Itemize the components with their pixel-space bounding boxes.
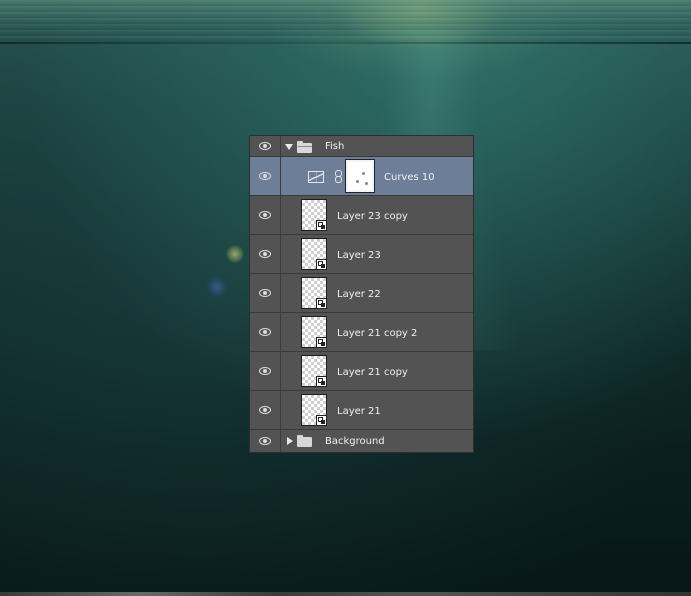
link-icon[interactable] bbox=[335, 170, 342, 183]
layer-thumbnail bbox=[301, 277, 327, 309]
folder-icon bbox=[297, 435, 312, 447]
visibility-toggle[interactable] bbox=[250, 391, 281, 429]
smart-object-icon bbox=[316, 220, 327, 231]
layer-row[interactable]: Layer 22 bbox=[250, 274, 473, 313]
visibility-toggle[interactable] bbox=[250, 430, 281, 452]
layer-name: Layer 21 copy 2 bbox=[337, 328, 418, 339]
mask-spot bbox=[362, 172, 365, 175]
mask-spot bbox=[365, 182, 368, 185]
layer-thumbnail bbox=[301, 238, 327, 270]
layer-name: Layer 22 bbox=[337, 289, 381, 300]
collapse-triangle-icon[interactable] bbox=[287, 437, 293, 445]
layer-thumbnail bbox=[301, 316, 327, 348]
curves-icon bbox=[308, 171, 324, 183]
layer-thumbnail bbox=[301, 199, 327, 231]
bottom-edge-strip bbox=[0, 592, 691, 596]
visibility-toggle[interactable] bbox=[250, 274, 281, 312]
layer-row[interactable]: Layer 23 bbox=[250, 235, 473, 274]
smart-object-icon bbox=[316, 298, 327, 309]
layer-thumbnail bbox=[301, 394, 327, 426]
smart-object-icon bbox=[316, 337, 327, 348]
layer-name: Layer 21 copy bbox=[337, 367, 408, 378]
layer-row[interactable]: Layer 21 copy bbox=[250, 352, 473, 391]
eye-icon bbox=[259, 437, 271, 445]
layer-name: Layer 23 bbox=[337, 250, 381, 261]
mask-spot bbox=[356, 180, 359, 183]
eye-icon bbox=[259, 289, 271, 297]
eye-icon bbox=[259, 142, 271, 150]
smart-object-icon bbox=[316, 415, 327, 426]
expand-triangle-icon[interactable] bbox=[285, 144, 293, 150]
eye-icon bbox=[259, 406, 271, 414]
layer-thumbnail bbox=[301, 355, 327, 387]
layer-name: Layer 23 copy bbox=[337, 211, 408, 222]
layer-name: Fish bbox=[325, 141, 345, 152]
layer-curves-10[interactable]: Curves 10 bbox=[250, 157, 473, 196]
layer-mask-thumbnail[interactable] bbox=[345, 159, 375, 193]
visibility-toggle[interactable] bbox=[250, 136, 281, 156]
green-lens-flare bbox=[226, 245, 244, 263]
layer-row[interactable]: Layer 21 bbox=[250, 391, 473, 430]
folder-open-icon bbox=[297, 141, 312, 153]
layers-panel: Fish Curves 10 Layer 23 copy Layer 23 La… bbox=[249, 135, 474, 453]
layer-name: Layer 21 bbox=[337, 406, 381, 417]
layer-name: Background bbox=[325, 436, 385, 447]
layer-group-background[interactable]: Background bbox=[250, 430, 473, 452]
blue-lens-flare bbox=[206, 276, 228, 298]
layer-group-fish[interactable]: Fish bbox=[250, 136, 473, 157]
visibility-toggle[interactable] bbox=[250, 352, 281, 390]
visibility-toggle[interactable] bbox=[250, 235, 281, 273]
visibility-toggle[interactable] bbox=[250, 196, 281, 234]
layer-row[interactable]: Layer 23 copy bbox=[250, 196, 473, 235]
layer-row[interactable]: Layer 21 copy 2 bbox=[250, 313, 473, 352]
layer-name: Curves 10 bbox=[384, 172, 435, 183]
smart-object-icon bbox=[316, 259, 327, 270]
smart-object-icon bbox=[316, 376, 327, 387]
eye-icon bbox=[259, 367, 271, 375]
eye-icon bbox=[259, 211, 271, 219]
eye-icon bbox=[259, 328, 271, 336]
visibility-toggle[interactable] bbox=[250, 157, 281, 195]
visibility-toggle[interactable] bbox=[250, 313, 281, 351]
eye-icon bbox=[259, 172, 271, 180]
eye-icon bbox=[259, 250, 271, 258]
